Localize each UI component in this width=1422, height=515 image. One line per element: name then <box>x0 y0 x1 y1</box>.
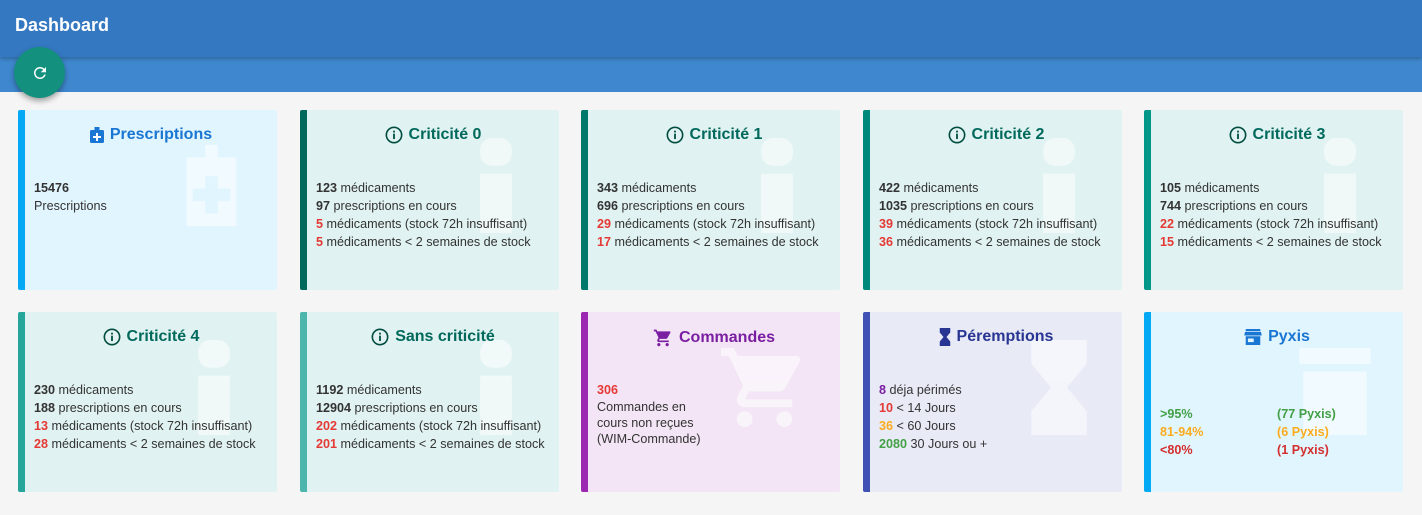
card-criticite-0[interactable]: Criticité 0 123 médicaments 97 prescript… <box>300 110 559 290</box>
peremption-row: 36 < 60 Jours <box>879 419 956 433</box>
info-icon <box>103 328 120 346</box>
meds-row: 343 médicaments <box>597 181 697 195</box>
card-accent-bar <box>581 110 588 290</box>
prescriptions-row: 744 prescriptions en cours <box>1160 199 1308 213</box>
header-subbar <box>0 57 1422 92</box>
peremption-row: 2080 30 Jours ou + <box>879 437 988 451</box>
two-weeks-row: 15 médicaments < 2 semaines de stock <box>1160 235 1382 249</box>
cart-icon <box>653 329 671 347</box>
card-title: Péremptions <box>956 328 1054 345</box>
prescriptions-row: 12904 prescriptions en cours <box>316 401 478 415</box>
two-weeks-row: 17 médicaments < 2 semaines de stock <box>597 235 819 249</box>
prescriptions-row: 188 prescriptions en cours <box>34 401 182 415</box>
commandes-count: 306 <box>597 383 619 397</box>
card-title: Prescriptions <box>109 126 213 143</box>
meds-row: 105 médicaments <box>1160 181 1260 195</box>
two-weeks-row: 28 médicaments < 2 semaines de stock <box>34 437 256 451</box>
two-weeks-row: 36 médicaments < 2 semaines de stock <box>879 235 1101 249</box>
card-criticite-3[interactable]: Criticité 3 105 médicaments 744 prescrip… <box>1144 110 1403 290</box>
card-title: Criticité 1 <box>689 126 763 143</box>
app-header: Dashboard <box>0 0 1422 57</box>
store-icon <box>1244 329 1262 345</box>
prescriptions-row: 97 prescriptions en cours <box>316 199 457 213</box>
peremption-row: 8 déja périmés <box>879 383 962 397</box>
stock72-row: 39 médicaments (stock 72h insuffisant) <box>879 217 1098 231</box>
card-title: Criticité 0 <box>408 126 482 143</box>
peremption-row: 10 < 14 Jours <box>879 401 956 415</box>
card-criticite-2[interactable]: Criticité 2 422 médicaments 1035 prescri… <box>863 110 1122 290</box>
card-criticite-1[interactable]: Criticité 1 343 médicaments 696 prescrip… <box>581 110 840 290</box>
two-weeks-row: 5 médicaments < 2 semaines de stock <box>316 235 531 249</box>
refresh-button[interactable] <box>14 47 65 98</box>
prescriptions-label: Prescriptions <box>34 199 107 213</box>
hourglass-icon <box>939 328 950 346</box>
info-icon <box>948 126 965 144</box>
meds-row: 230 médicaments <box>34 383 134 397</box>
card-accent-bar <box>18 312 25 492</box>
stock72-row: 22 médicaments (stock 72h insuffisant) <box>1160 217 1379 231</box>
prescriptions-row: 696 prescriptions en cours <box>597 199 745 213</box>
card-title: Criticité 2 <box>971 126 1045 143</box>
info-icon <box>371 328 389 346</box>
card-title: Criticité 4 <box>126 328 200 345</box>
card-peremptions[interactable]: Péremptions 8 déja périmés 10 < 14 Jours… <box>863 312 1122 492</box>
card-title: Criticité 3 <box>1252 126 1326 143</box>
stock72-row: 13 médicaments (stock 72h insuffisant) <box>34 419 253 433</box>
info-icon <box>385 126 402 144</box>
medical-bag-icon <box>89 127 104 143</box>
card-accent-bar <box>581 312 588 492</box>
card-accent-bar <box>863 312 870 492</box>
pyxis-row: >95% (77 Pyxis) <box>1160 407 1336 421</box>
card-prescriptions[interactable]: Prescriptions 15476 Prescriptions <box>18 110 277 290</box>
two-weeks-row: 201 médicaments < 2 semaines de stock <box>316 437 545 451</box>
card-sans-criticite[interactable]: Sans criticité 1192 médicaments 12904 pr… <box>300 312 559 492</box>
stock72-row: 29 médicaments (stock 72h insuffisant) <box>597 217 816 231</box>
meds-row: 123 médicaments <box>316 181 416 195</box>
info-icon <box>666 126 683 144</box>
card-pyxis[interactable]: Pyxis >95% (77 Pyxis) 81-94% (6 Pyxis) <80… <box>1144 312 1403 492</box>
card-criticite-4[interactable]: Criticité 4 230 médicaments 188 prescrip… <box>18 312 277 492</box>
card-commandes[interactable]: Commandes 306 Commandes en cours non reç… <box>581 312 840 492</box>
pyxis-row: 81-94% (6 Pyxis) <box>1160 425 1329 439</box>
prescriptions-count: 15476 <box>34 181 70 195</box>
card-title: Sans criticité <box>395 328 495 345</box>
prescriptions-row: 1035 prescriptions en cours <box>879 199 1034 213</box>
stock72-row: 5 médicaments (stock 72h insuffisant) <box>316 217 528 231</box>
card-title: Pyxis <box>1268 328 1310 345</box>
card-accent-bar <box>863 110 870 290</box>
info-icon <box>1229 126 1246 144</box>
meds-row: 1192 médicaments <box>316 383 422 397</box>
page-title: Dashboard <box>15 15 110 35</box>
meds-row: 422 médicaments <box>879 181 979 195</box>
card-accent-bar <box>300 110 307 290</box>
pyxis-row: <80% (1 Pyxis) <box>1160 443 1329 457</box>
card-accent-bar <box>1144 110 1151 290</box>
refresh-icon <box>33 66 46 79</box>
card-accent-bar <box>1144 312 1151 492</box>
card-accent-bar <box>18 110 25 290</box>
card-title: Commandes <box>678 329 776 346</box>
card-accent-bar <box>300 312 307 492</box>
stock72-row: 202 médicaments (stock 72h insuffisant) <box>316 419 542 433</box>
commandes-label: Commandes en cours non reçues (WIM-Comma… <box>597 400 701 446</box>
